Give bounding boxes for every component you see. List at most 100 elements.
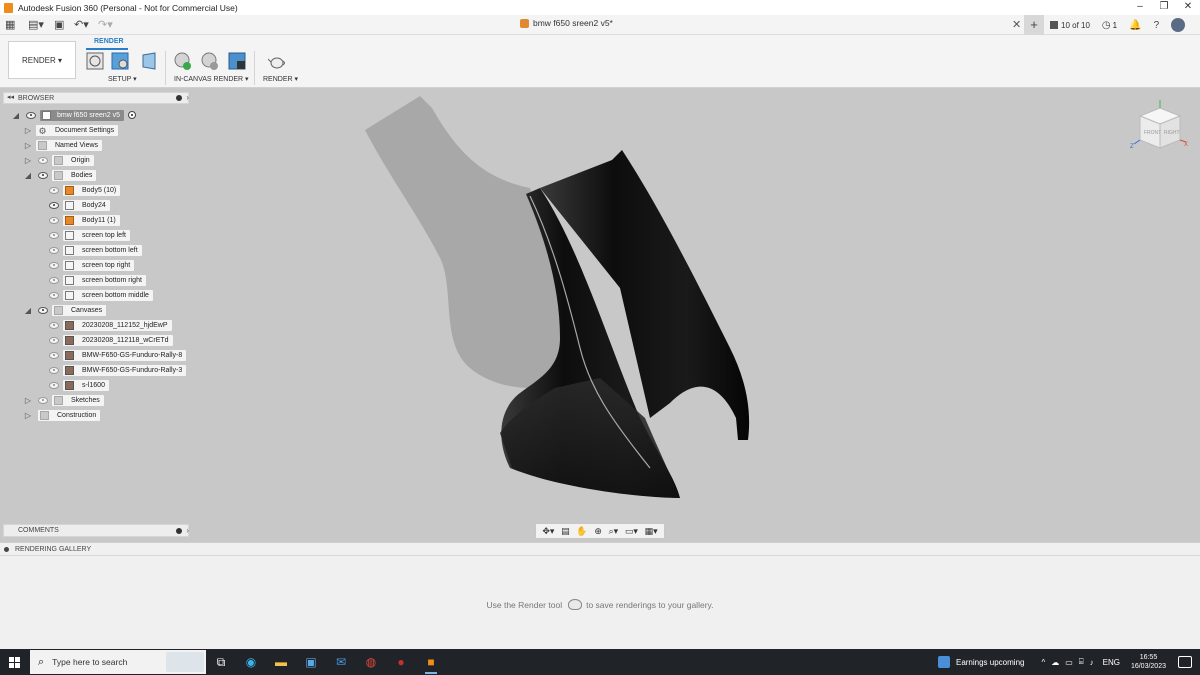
onedrive-cloud-icon[interactable]: ☁ — [1051, 658, 1059, 667]
tab-render[interactable]: RENDER — [94, 38, 124, 45]
canvas-node[interactable]: s-l1600 — [63, 379, 109, 391]
sketches-folder-node[interactable]: Sketches — [52, 394, 104, 406]
job-status[interactable]: 10 of 10 — [1050, 21, 1090, 30]
close-window-button[interactable]: ✕ — [1176, 0, 1200, 15]
in-canvas-render-group-label[interactable]: IN-CANVAS RENDER ▾ — [174, 75, 249, 83]
pan-hand-icon[interactable]: ✋ — [576, 526, 587, 537]
zoom-icon[interactable]: ⊕ — [594, 526, 602, 537]
news-widget[interactable]: Earnings upcoming — [937, 656, 1024, 668]
task-view-icon[interactable]: ⧉ — [206, 649, 236, 675]
visibility-eye-icon[interactable] — [38, 156, 48, 164]
grid-settings-icon[interactable]: ▦▾ — [645, 526, 658, 537]
undo-icon[interactable]: ↶▾ — [74, 18, 89, 32]
tree-row-named-views[interactable]: ▷ Named Views — [24, 139, 103, 151]
browser-panel-header[interactable]: ◂◂ BROWSER › — [3, 92, 189, 104]
tree-row-body[interactable]: Body11 (1) — [49, 214, 120, 226]
collapse-triangle-icon[interactable]: ◢ — [24, 171, 32, 180]
comments-pin-icon[interactable] — [176, 528, 182, 534]
notifications-bell-icon[interactable]: 🔔 — [1129, 20, 1141, 31]
collapse-triangle-icon[interactable]: ◢ — [24, 306, 32, 315]
appearance-icon[interactable] — [111, 52, 129, 70]
notification-center-icon[interactable] — [1178, 656, 1192, 668]
tree-row-body[interactable]: screen top left — [49, 229, 130, 241]
canvas-node[interactable]: 20230208_112118_wCrETd — [63, 334, 173, 346]
gallery-toggle-icon[interactable] — [4, 546, 9, 552]
canvases-folder-node[interactable]: Canvases — [52, 304, 107, 316]
minimize-button[interactable]: – — [1128, 0, 1152, 15]
expand-triangle-icon[interactable]: ▷ — [24, 411, 32, 420]
body-node[interactable]: screen top left — [63, 229, 130, 241]
tree-row-canvas[interactable]: 20230208_112118_wCrETd — [49, 334, 173, 346]
tree-row-body[interactable]: screen top right — [49, 259, 135, 271]
visibility-eye-icon[interactable] — [49, 186, 59, 194]
bodies-folder-node[interactable]: Bodies — [52, 169, 97, 181]
visibility-eye-icon[interactable] — [49, 381, 59, 389]
texture-map-icon[interactable] — [140, 52, 158, 70]
visibility-eye-icon[interactable] — [49, 246, 59, 254]
root-component-node[interactable]: bmw f650 sreen2 v5 — [40, 109, 125, 121]
collapse-browser-icon[interactable]: ◂◂ — [7, 93, 14, 101]
display-settings-icon[interactable]: ▭▾ — [625, 526, 638, 537]
new-tab-button[interactable]: + — [1024, 15, 1044, 35]
display-icon[interactable]: ▭ — [1065, 658, 1073, 667]
capture-image-icon[interactable] — [228, 52, 246, 70]
file-explorer-icon[interactable]: ▬ — [266, 649, 296, 675]
body-node[interactable]: Body24 — [63, 199, 110, 211]
visibility-eye-icon[interactable] — [49, 276, 59, 284]
tree-row-construction[interactable]: ▷ Construction — [24, 409, 101, 421]
tree-row-canvas[interactable]: BMW-F650-GS-Funduro-Rally-3 — [49, 364, 187, 376]
start-button[interactable] — [0, 649, 28, 675]
network-icon[interactable]: ⌸ — [1079, 657, 1084, 667]
visibility-eye-icon[interactable] — [49, 216, 59, 224]
volume-icon[interactable]: ♪ — [1090, 658, 1094, 667]
expand-triangle-icon[interactable]: ▷ — [24, 396, 32, 405]
fusion-360-taskbar-icon[interactable]: ■ — [416, 649, 446, 675]
browser-expand-icon[interactable]: › — [186, 93, 189, 102]
comments-expand-icon[interactable]: › — [186, 526, 189, 535]
visibility-eye-icon[interactable] — [49, 321, 59, 329]
canvas-node[interactable]: 20230208_112152_hjdEwP — [63, 319, 172, 331]
visibility-eye-icon[interactable] — [49, 366, 59, 374]
workspace-switcher-button[interactable]: RENDER ▾ — [8, 41, 76, 79]
model-render[interactable] — [0, 88, 1200, 542]
fit-zoom-icon[interactable]: ⌕▾ — [609, 526, 619, 537]
canvas-node[interactable]: BMW-F650-GS-Funduro-Rally-8 — [63, 349, 187, 361]
collapse-triangle-icon[interactable]: ◢ — [12, 111, 20, 120]
body-node[interactable]: screen bottom right — [63, 274, 146, 286]
file-menu-icon[interactable]: ▤▾ — [28, 18, 44, 32]
hidden-icons-chevron-icon[interactable]: ^ — [1041, 658, 1045, 667]
redo-icon[interactable]: ↷▾ — [98, 18, 113, 32]
canvas-viewport[interactable] — [0, 88, 1200, 542]
canvas-node[interactable]: BMW-F650-GS-Funduro-Rally-3 — [63, 364, 187, 376]
clock-icon[interactable]: ◷ — [1102, 20, 1111, 31]
visibility-eye-icon[interactable] — [26, 111, 36, 119]
in-canvas-render-settings-icon[interactable] — [200, 52, 218, 70]
body-node[interactable]: Body11 (1) — [63, 214, 120, 226]
look-at-icon[interactable]: ▤ — [561, 526, 570, 537]
tree-row-bodies[interactable]: ◢ Bodies — [24, 169, 97, 181]
render-teapot-icon[interactable] — [268, 52, 286, 70]
orbit-icon[interactable]: ✥▾ — [542, 526, 554, 537]
visibility-eye-icon[interactable] — [49, 201, 59, 209]
tree-row-origin[interactable]: ▷ Origin — [24, 154, 94, 166]
tree-row-canvas[interactable]: 20230208_112152_hjdEwP — [49, 319, 172, 331]
clock[interactable]: 16:55 16/03/2023 — [1131, 653, 1166, 671]
in-canvas-render-start-icon[interactable] — [173, 52, 191, 70]
tree-row-root[interactable]: ◢ bmw f650 sreen2 v5 — [12, 109, 137, 121]
body-node[interactable]: screen bottom left — [63, 244, 142, 256]
chrome-browser-icon[interactable]: ◍ — [356, 649, 386, 675]
tree-row-canvas[interactable]: BMW-F650-GS-Funduro-Rally-8 — [49, 349, 187, 361]
microsoft-store-icon[interactable]: ▣ — [296, 649, 326, 675]
tree-row-sketches[interactable]: ▷ Sketches — [24, 394, 104, 406]
named-views-node[interactable]: Named Views — [36, 139, 103, 151]
visibility-eye-icon[interactable] — [49, 231, 59, 239]
body-node[interactable]: screen bottom middle — [63, 289, 153, 301]
language-indicator[interactable]: ENG — [1103, 658, 1120, 667]
close-tab-icon[interactable]: ✕ — [1012, 18, 1021, 31]
taskbar-search-box[interactable]: ⌕ Type here to search — [30, 650, 206, 674]
visibility-eye-icon[interactable] — [49, 336, 59, 344]
tree-row-body[interactable]: screen bottom right — [49, 274, 146, 286]
document-settings-node[interactable]: ⚙ Document Settings — [36, 124, 119, 136]
body-node[interactable]: Body5 (10) — [63, 184, 121, 196]
data-panel-grid-icon[interactable]: ▦ — [5, 18, 15, 32]
